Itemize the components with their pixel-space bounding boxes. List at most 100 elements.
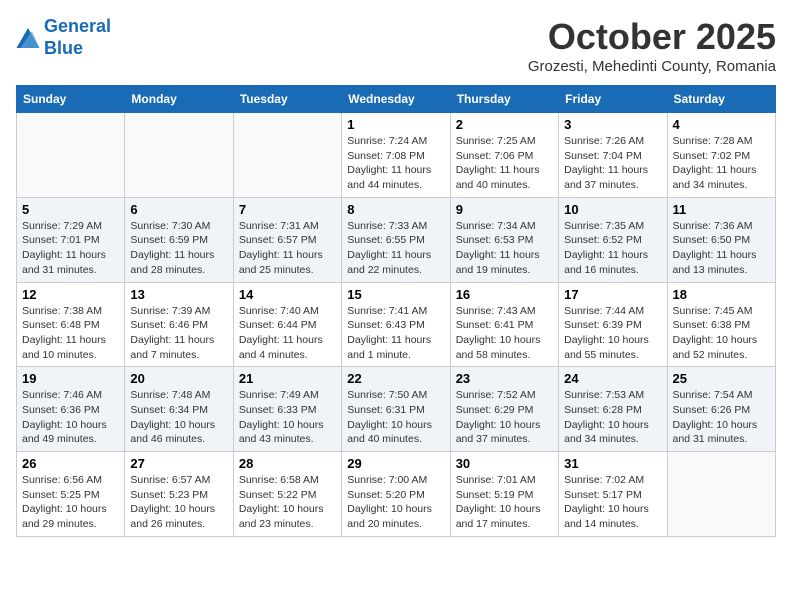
day-info: Sunrise: 7:54 AM Sunset: 6:26 PM Dayligh… [673,388,770,447]
calendar-cell: 24 Sunrise: 7:53 AM Sunset: 6:28 PM Dayli… [559,367,667,452]
day-info: Sunrise: 7:34 AM Sunset: 6:53 PM Dayligh… [456,219,553,278]
calendar-cell: 12 Sunrise: 7:38 AM Sunset: 6:48 PM Dayli… [17,282,125,367]
calendar-cell: 21 Sunrise: 7:49 AM Sunset: 6:33 PM Dayli… [233,367,341,452]
weekday-header-monday: Monday [125,86,233,113]
month-title: October 2025 [528,16,776,58]
day-info: Sunrise: 7:44 AM Sunset: 6:39 PM Dayligh… [564,304,661,363]
logo-text-line1: General [44,16,111,38]
calendar-table: SundayMondayTuesdayWednesdayThursdayFrid… [16,85,776,537]
day-info: Sunrise: 7:41 AM Sunset: 6:43 PM Dayligh… [347,304,444,363]
calendar-cell: 19 Sunrise: 7:46 AM Sunset: 6:36 PM Dayli… [17,367,125,452]
weekday-header-sunday: Sunday [17,86,125,113]
calendar-cell: 30 Sunrise: 7:01 AM Sunset: 5:19 PM Dayli… [450,452,558,537]
day-number: 18 [673,287,770,302]
day-number: 12 [22,287,119,302]
weekday-header-friday: Friday [559,86,667,113]
calendar-cell: 10 Sunrise: 7:35 AM Sunset: 6:52 PM Dayli… [559,197,667,282]
calendar-cell: 13Sunrise: 7:39 AM Sunset: 6:46 PM Dayli… [125,282,233,367]
calendar-cell: 28Sunrise: 6:58 AM Sunset: 5:22 PM Dayli… [233,452,341,537]
day-number: 11 [673,202,770,217]
logo: General Blue [16,16,111,59]
calendar-cell: 18 Sunrise: 7:45 AM Sunset: 6:38 PM Dayli… [667,282,775,367]
calendar-cell: 8Sunrise: 7:33 AM Sunset: 6:55 PM Daylig… [342,197,450,282]
day-number: 30 [456,456,553,471]
day-info: Sunrise: 7:38 AM Sunset: 6:48 PM Dayligh… [22,304,119,363]
day-number: 21 [239,371,336,386]
day-info: Sunrise: 7:26 AM Sunset: 7:04 PM Dayligh… [564,134,661,193]
day-info: Sunrise: 7:30 AM Sunset: 6:59 PM Dayligh… [130,219,227,278]
title-section: October 2025 Grozesti, Mehedinti County,… [528,16,776,75]
calendar-cell: 1 Sunrise: 7:24 AM Sunset: 7:08 PM Daylig… [342,113,450,198]
day-number: 7 [239,202,336,217]
day-info: Sunrise: 7:45 AM Sunset: 6:38 PM Dayligh… [673,304,770,363]
day-info: Sunrise: 6:56 AM Sunset: 5:25 PM Dayligh… [22,473,119,532]
day-number: 22 [347,371,444,386]
calendar-cell: 25 Sunrise: 7:54 AM Sunset: 6:26 PM Dayli… [667,367,775,452]
day-number: 4 [673,117,770,132]
day-info: Sunrise: 7:53 AM Sunset: 6:28 PM Dayligh… [564,388,661,447]
calendar-cell: 9 Sunrise: 7:34 AM Sunset: 6:53 PM Daylig… [450,197,558,282]
day-info: Sunrise: 7:31 AM Sunset: 6:57 PM Dayligh… [239,219,336,278]
day-info: Sunrise: 7:33 AM Sunset: 6:55 PM Dayligh… [347,219,444,278]
day-number: 2 [456,117,553,132]
day-number: 1 [347,117,444,132]
day-number: 3 [564,117,661,132]
page-header: General Blue October 2025 Grozesti, Mehe… [16,16,776,75]
logo-text-line2: Blue [44,38,111,60]
day-number: 31 [564,456,661,471]
calendar-cell: 11Sunrise: 7:36 AM Sunset: 6:50 PM Dayli… [667,197,775,282]
day-number: 24 [564,371,661,386]
calendar-cell [125,113,233,198]
day-info: Sunrise: 6:57 AM Sunset: 5:23 PM Dayligh… [130,473,227,532]
day-number: 10 [564,202,661,217]
calendar-cell: 15 Sunrise: 7:41 AM Sunset: 6:43 PM Dayli… [342,282,450,367]
calendar-cell: 7 Sunrise: 7:31 AM Sunset: 6:57 PM Daylig… [233,197,341,282]
weekday-header-saturday: Saturday [667,86,775,113]
day-info: Sunrise: 7:01 AM Sunset: 5:19 PM Dayligh… [456,473,553,532]
day-number: 14 [239,287,336,302]
day-info: Sunrise: 7:48 AM Sunset: 6:34 PM Dayligh… [130,388,227,447]
day-number: 15 [347,287,444,302]
logo-icon [16,28,40,48]
day-number: 9 [456,202,553,217]
calendar-cell: 22Sunrise: 7:50 AM Sunset: 6:31 PM Dayli… [342,367,450,452]
day-info: Sunrise: 7:46 AM Sunset: 6:36 PM Dayligh… [22,388,119,447]
day-info: Sunrise: 7:39 AM Sunset: 6:46 PM Dayligh… [130,304,227,363]
day-number: 6 [130,202,227,217]
day-number: 29 [347,456,444,471]
day-number: 28 [239,456,336,471]
day-number: 19 [22,371,119,386]
day-info: Sunrise: 7:00 AM Sunset: 5:20 PM Dayligh… [347,473,444,532]
calendar-cell: 16Sunrise: 7:43 AM Sunset: 6:41 PM Dayli… [450,282,558,367]
day-info: Sunrise: 7:49 AM Sunset: 6:33 PM Dayligh… [239,388,336,447]
day-number: 26 [22,456,119,471]
weekday-header-thursday: Thursday [450,86,558,113]
day-info: Sunrise: 7:29 AM Sunset: 7:01 PM Dayligh… [22,219,119,278]
calendar-cell: 5Sunrise: 7:29 AM Sunset: 7:01 PM Daylig… [17,197,125,282]
location-subtitle: Grozesti, Mehedinti County, Romania [528,58,776,75]
day-number: 27 [130,456,227,471]
calendar-cell [667,452,775,537]
calendar-cell: 4Sunrise: 7:28 AM Sunset: 7:02 PM Daylig… [667,113,775,198]
calendar-week-5: 26 Sunrise: 6:56 AM Sunset: 5:25 PM Dayli… [17,452,776,537]
day-number: 25 [673,371,770,386]
day-info: Sunrise: 7:24 AM Sunset: 7:08 PM Dayligh… [347,134,444,193]
day-info: Sunrise: 7:02 AM Sunset: 5:17 PM Dayligh… [564,473,661,532]
calendar-cell: 6 Sunrise: 7:30 AM Sunset: 6:59 PM Daylig… [125,197,233,282]
weekday-header-row: SundayMondayTuesdayWednesdayThursdayFrid… [17,86,776,113]
calendar-week-3: 12 Sunrise: 7:38 AM Sunset: 6:48 PM Dayli… [17,282,776,367]
day-info: Sunrise: 7:52 AM Sunset: 6:29 PM Dayligh… [456,388,553,447]
day-info: Sunrise: 7:25 AM Sunset: 7:06 PM Dayligh… [456,134,553,193]
calendar-cell [17,113,125,198]
calendar-cell [233,113,341,198]
day-info: Sunrise: 7:43 AM Sunset: 6:41 PM Dayligh… [456,304,553,363]
calendar-cell: 31 Sunrise: 7:02 AM Sunset: 5:17 PM Dayli… [559,452,667,537]
calendar-header: SundayMondayTuesdayWednesdayThursdayFrid… [17,86,776,113]
weekday-header-tuesday: Tuesday [233,86,341,113]
day-info: Sunrise: 7:35 AM Sunset: 6:52 PM Dayligh… [564,219,661,278]
calendar-week-2: 5Sunrise: 7:29 AM Sunset: 7:01 PM Daylig… [17,197,776,282]
day-number: 23 [456,371,553,386]
calendar-cell: 20Sunrise: 7:48 AM Sunset: 6:34 PM Dayli… [125,367,233,452]
day-number: 17 [564,287,661,302]
calendar-week-4: 19 Sunrise: 7:46 AM Sunset: 6:36 PM Dayli… [17,367,776,452]
